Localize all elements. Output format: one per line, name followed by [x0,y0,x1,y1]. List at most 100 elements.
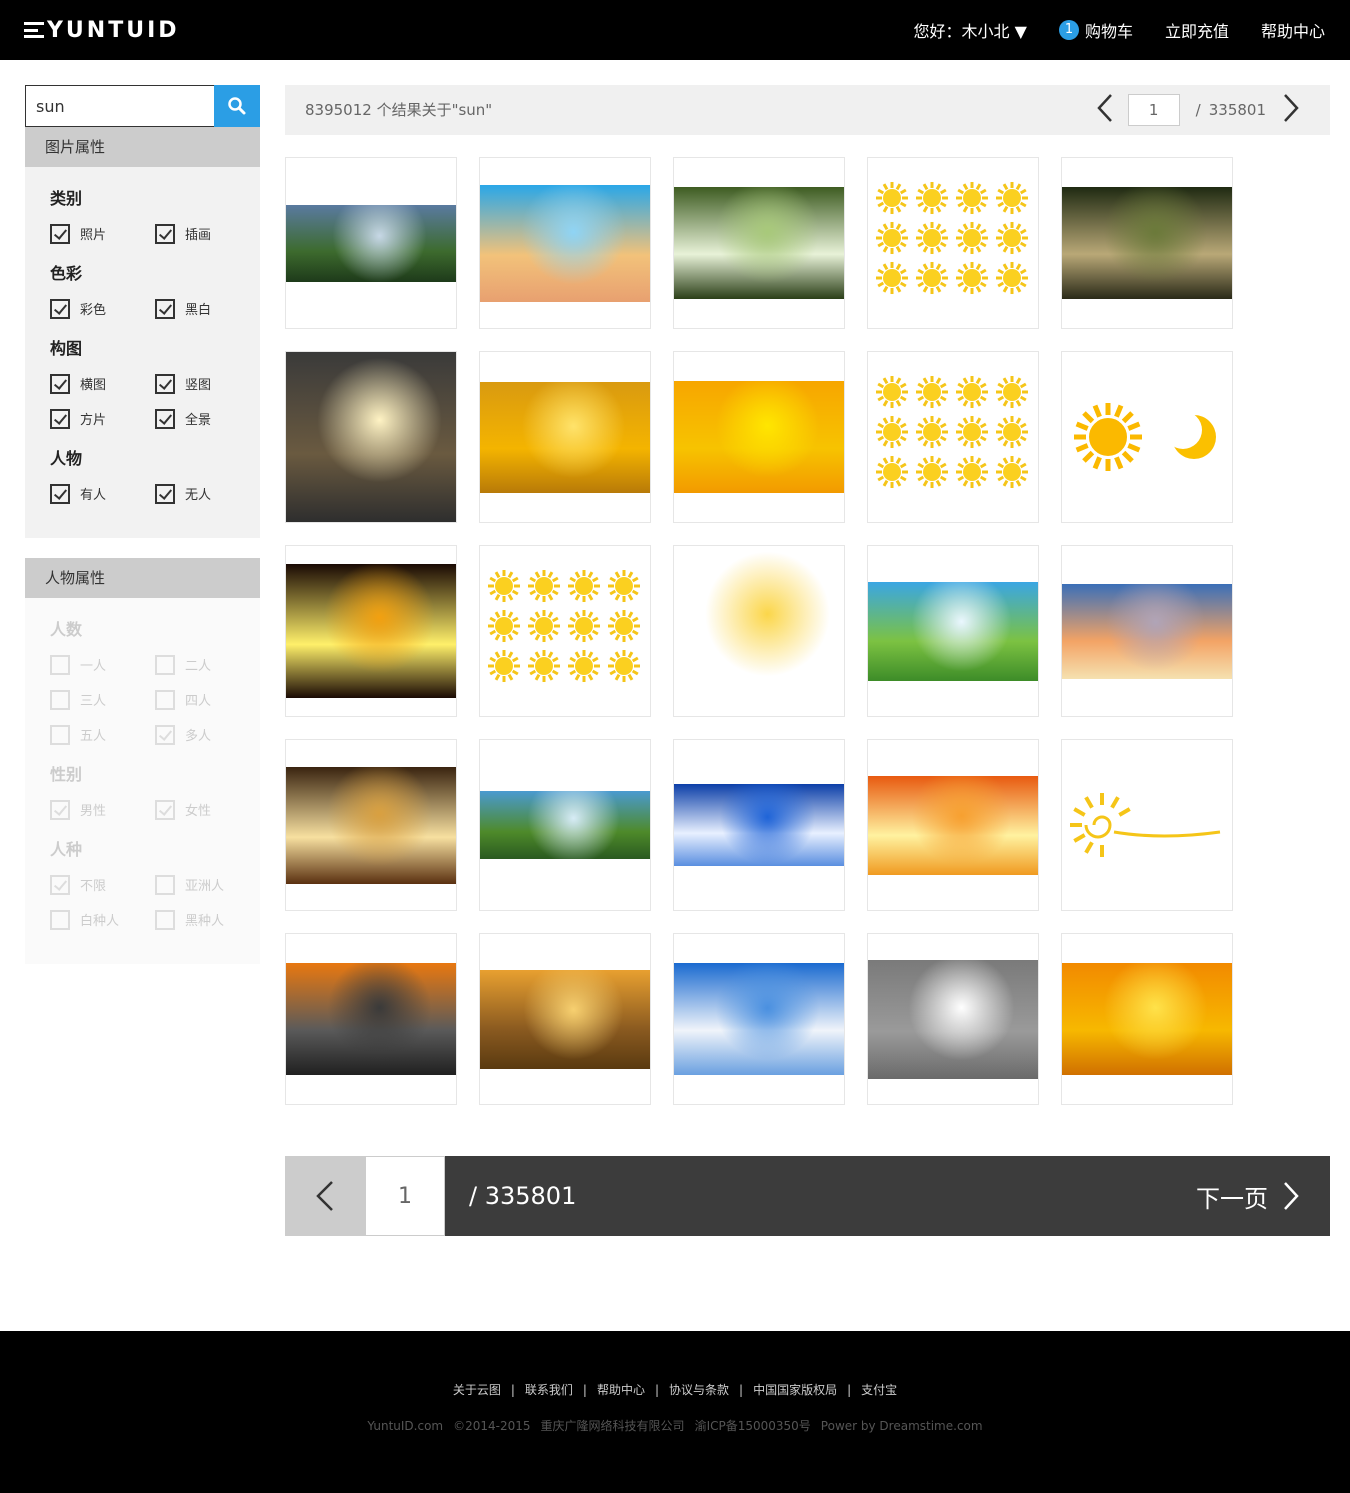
checkbox-checked-icon[interactable] [155,483,175,504]
checkbox-checked-icon[interactable] [50,483,70,504]
footer-link[interactable]: 协议与条款 [669,1383,729,1397]
filter-option[interactable]: 彩色 [50,296,155,321]
cart-link[interactable]: 1 购物车 [1058,18,1133,42]
filter-option[interactable]: 五人 [50,722,155,747]
image-result-blue-sky-sunrays[interactable] [479,157,651,329]
checkbox-empty-icon[interactable] [50,654,70,675]
footer-separator: | [510,1383,515,1397]
checkbox-checked-icon[interactable] [155,799,175,820]
checkbox-checked-icon[interactable] [50,373,70,394]
image-result-forest-road-light[interactable] [1061,157,1233,329]
checkbox-checked-icon[interactable] [50,408,70,429]
footer-info-item: ©2014-2015 [453,1419,531,1433]
user-greeting-dropdown[interactable]: 您好：木小北 ▼ [914,18,1027,42]
filter-option-label: 三人 [80,694,107,709]
checkbox-checked-icon[interactable] [155,408,175,429]
filter-option[interactable]: 四人 [155,687,260,712]
yuntuid-logo[interactable]: YUNTUID [24,14,180,46]
checkbox-checked-icon[interactable] [155,373,175,394]
footer-link[interactable]: 中国国家版权局 [753,1383,837,1397]
image-result-cartoon-sun-set-2[interactable] [479,545,651,717]
recharge-link[interactable]: 立即充值 [1165,18,1229,42]
image-result-golden-sky-clouds[interactable] [1061,933,1233,1105]
checkbox-empty-icon[interactable] [155,909,175,930]
filter-option[interactable]: 方片 [50,406,155,431]
filter-option[interactable]: 横图 [50,371,155,396]
filter-option[interactable]: 不限 [50,872,155,897]
footer-link[interactable]: 支付宝 [861,1383,897,1397]
filter-option[interactable]: 黑种人 [155,907,260,932]
checkbox-empty-icon[interactable] [50,909,70,930]
checkbox-checked-icon[interactable] [50,874,70,895]
filter-option[interactable]: 一人 [50,652,155,677]
page-input[interactable]: 1 [365,1156,445,1236]
image-result-orange-sky-sun[interactable] [867,739,1039,911]
image-result-green-hills-cartoon[interactable] [867,545,1039,717]
image-result-golden-clouds-sun[interactable] [479,351,651,523]
image-result-mountain-clouds[interactable] [479,739,651,911]
search-button[interactable] [214,85,260,127]
checkbox-empty-icon[interactable] [50,689,70,710]
checkbox-empty-icon[interactable] [155,654,175,675]
image-result-blue-sky-white-clouds[interactable] [673,933,845,1105]
image-result-fiery-sun[interactable] [285,545,457,717]
checkbox-checked-icon[interactable] [50,799,70,820]
checkbox-checked-icon[interactable] [50,298,70,319]
filter-option-label: 五人 [80,729,107,744]
filter-option[interactable]: 有人 [50,481,155,506]
filter-options: 有人 无人 [50,481,260,516]
footer-link[interactable]: 关于云图 [453,1383,501,1397]
filter-option[interactable]: 多人 [155,722,260,747]
checkbox-checked-icon[interactable] [155,724,175,745]
image-result-cartoon-sun-set-1[interactable] [867,157,1039,329]
checkbox-checked-icon[interactable] [50,223,70,244]
thumbnail-image [674,381,844,493]
filter-option[interactable]: 二人 [155,652,260,677]
image-result-lens-flare-transparent[interactable] [867,933,1039,1105]
image-result-cracked-earth-sunset[interactable] [479,933,651,1105]
next-page-icon[interactable] [1282,93,1300,127]
image-result-sun-swirl-icon[interactable] [1061,739,1233,911]
search-input[interactable] [26,86,214,126]
image-result-starburst-transparent[interactable] [285,351,457,523]
checkbox-checked-icon[interactable] [155,298,175,319]
prev-page-icon[interactable] [1096,93,1114,127]
filter-option-label: 多人 [185,729,212,744]
help-center-link[interactable]: 帮助中心 [1261,18,1325,42]
image-result-smiley-sun-set[interactable] [867,351,1039,523]
filter-option[interactable]: 亚洲人 [155,872,260,897]
image-result-sun-burst-white[interactable] [673,545,845,717]
image-attributes-header: 图片属性 [25,127,260,167]
site-footer: 关于云图 | 联系我们 | 帮助中心 | 协议与条款 | 中国国家版权局 | 支付宝 YuntuID… [0,1331,1350,1493]
bottom-pagination: 1 / 335801 下一页 [285,1156,1330,1236]
image-result-autumn-tree-rays[interactable] [285,739,457,911]
image-result-blue-sky-clouds-sun[interactable] [673,739,845,911]
prev-page-button[interactable] [285,1156,365,1236]
filter-option[interactable]: 照片 [50,221,155,246]
thumbnail-image [480,382,650,493]
page-number-input[interactable]: 1 [1127,94,1180,126]
image-result-road-sunset[interactable] [285,933,457,1105]
checkbox-empty-icon[interactable] [155,874,175,895]
filter-option[interactable]: 全景 [155,406,260,431]
checkbox-checked-icon[interactable] [155,223,175,244]
next-page-button[interactable]: 下一页 [1196,1156,1300,1236]
filter-option[interactable]: 男性 [50,797,155,822]
image-result-mountain-sunrays[interactable] [285,157,457,329]
footer-link[interactable]: 帮助中心 [597,1383,645,1397]
filter-option[interactable]: 三人 [50,687,155,712]
footer-link[interactable]: 联系我们 [525,1383,573,1397]
filter-option[interactable]: 黑白 [155,296,260,321]
filter-option[interactable]: 白种人 [50,907,155,932]
filter-option[interactable]: 插画 [155,221,260,246]
filter-option[interactable]: 女性 [155,797,260,822]
image-result-yellow-comic-burst[interactable] [673,351,845,523]
filter-option[interactable]: 竖图 [155,371,260,396]
image-result-forest-canopy-sun[interactable] [673,157,845,329]
filter-option[interactable]: 无人 [155,481,260,506]
image-result-sun-and-moon[interactable] [1061,351,1233,523]
checkbox-empty-icon[interactable] [50,724,70,745]
filter-option-label: 女性 [185,804,212,819]
image-result-sunset-sky[interactable] [1061,545,1233,717]
checkbox-empty-icon[interactable] [155,689,175,710]
